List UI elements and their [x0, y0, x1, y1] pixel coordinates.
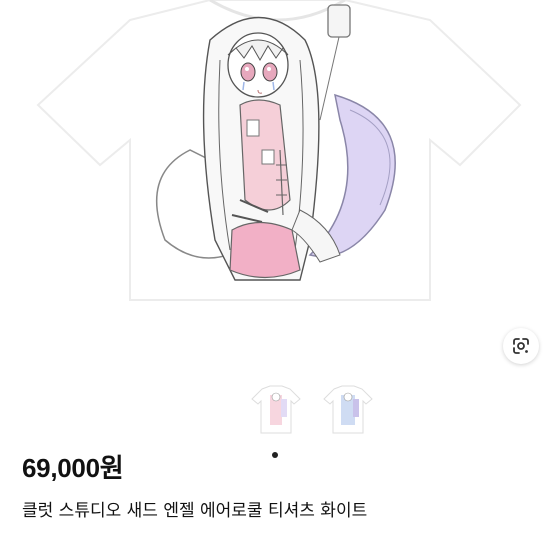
front-tshirt-thumbnail[interactable] — [250, 385, 302, 437]
product-title: 클럿 스튜디오 새드 엔젤 에어로쿨 티셔츠 화이트 — [22, 501, 368, 521]
blue-tshirt-thumbnail[interactable] — [322, 385, 374, 437]
google-lens-icon — [513, 338, 529, 354]
tshirt-illustration — [36, 0, 522, 301]
carousel-dot-active[interactable] — [272, 452, 278, 458]
google-lens-button[interactable] — [503, 328, 539, 364]
product-price: 69,000원 — [22, 453, 124, 483]
thumbnail-strip — [0, 385, 555, 445]
product-image[interactable] — [0, 0, 555, 375]
